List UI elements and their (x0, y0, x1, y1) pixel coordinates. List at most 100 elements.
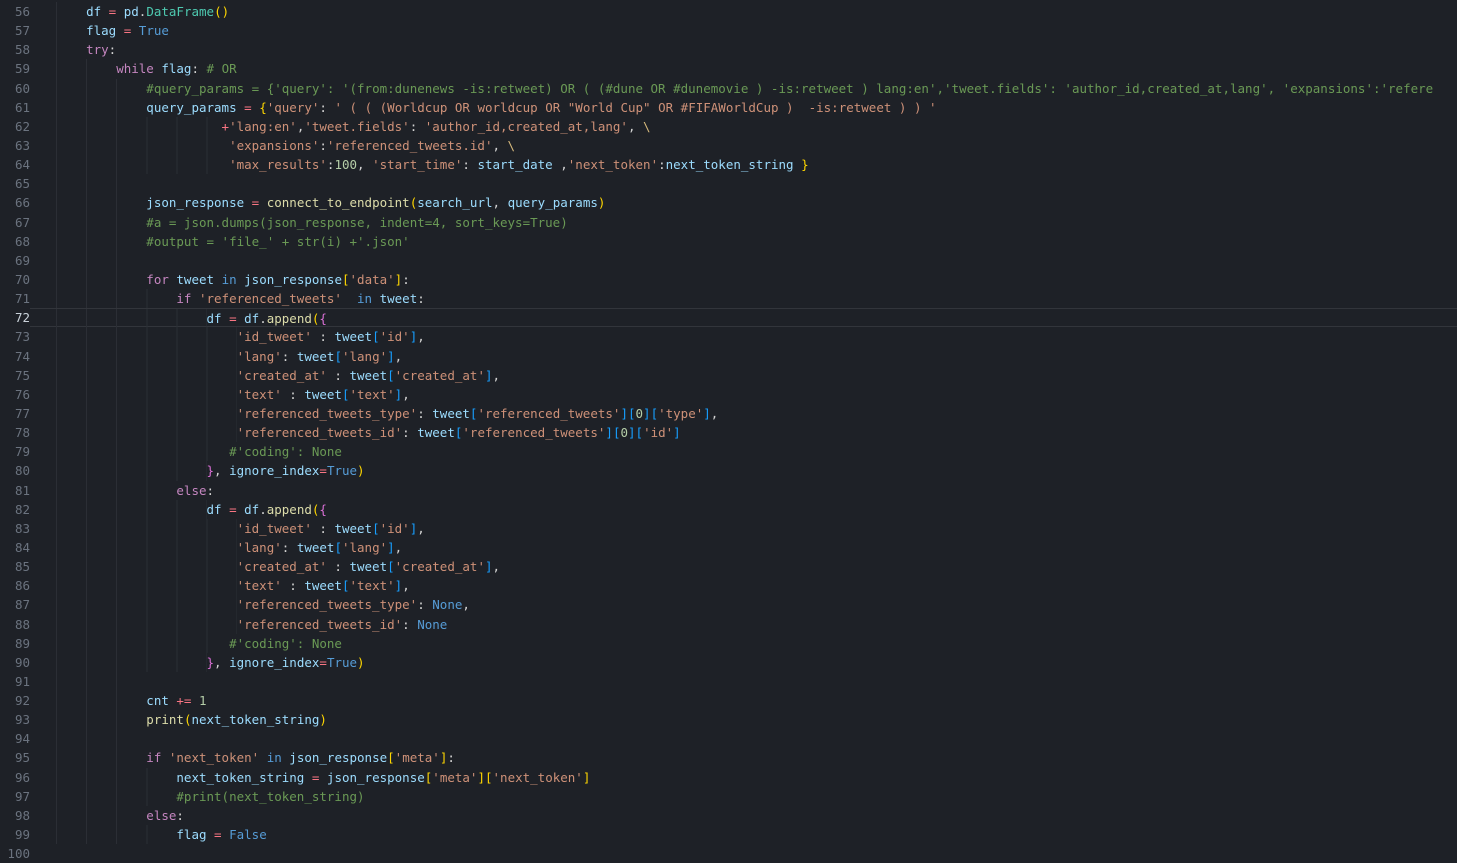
indent-guides (56, 213, 146, 232)
code-token: flag (176, 827, 214, 842)
code-line-content: cnt += 1 (30, 691, 1457, 710)
code-line[interactable]: 67 #a = json.dumps(json_response, indent=… (0, 213, 1457, 232)
code-line[interactable]: 58try: (0, 40, 1457, 59)
code-line[interactable]: 84'lang': tweet['lang'], (0, 538, 1457, 557)
code-token: df (244, 502, 259, 517)
line-number: 95 (0, 748, 30, 767)
code-line[interactable]: 70for tweet in json_response['data']: (0, 270, 1457, 289)
code-line[interactable]: 63'expansions':'referenced_tweets.id', \ (0, 136, 1457, 155)
code-token: : (417, 406, 432, 421)
code-line[interactable]: 79 #'coding': None (0, 442, 1457, 461)
code-token: tweet (349, 368, 387, 383)
code-token (342, 291, 357, 306)
code-line-content: 'lang': tweet['lang'], (30, 347, 1457, 366)
code-token: 'referenced_tweets_type' (237, 406, 418, 421)
code-line[interactable]: 69 (0, 251, 1457, 270)
code-line[interactable]: 80}, ignore_index=True) (0, 461, 1457, 480)
code-token: tweet (304, 387, 342, 402)
code-token: 'id' (380, 521, 410, 536)
code-line[interactable]: 100 (0, 844, 1457, 863)
code-line[interactable]: 60#query_params = {'query': '(from:dunen… (0, 79, 1457, 98)
code-line[interactable]: 62+'lang:en','tweet.fields': 'author_id,… (0, 117, 1457, 136)
code-line[interactable]: 94 (0, 729, 1457, 748)
code-line[interactable]: 61query_params = {'query': ' ( ( (Worldc… (0, 98, 1457, 117)
code-line[interactable]: 71if 'referenced_tweets' in tweet: (0, 289, 1457, 308)
code-line[interactable]: 93print(next_token_string) (0, 710, 1457, 729)
code-token: { (259, 100, 267, 115)
code-token: flag (161, 61, 191, 76)
code-token: , (417, 329, 425, 344)
code-line[interactable]: 72df = df.append({ (0, 308, 1457, 327)
code-token: DataFrame (146, 4, 214, 19)
code-token: : (658, 157, 666, 172)
code-token: #a = json.dumps(json_response, indent=4,… (146, 215, 567, 230)
code-line[interactable]: 99flag = False (0, 825, 1457, 844)
code-token: next_token_string (666, 157, 801, 172)
code-line[interactable]: 64'max_results':100, 'start_time': start… (0, 155, 1457, 174)
code-token: { (319, 311, 327, 326)
code-line[interactable]: 95if 'next_token' in json_response['meta… (0, 748, 1457, 767)
code-line-content: #print(next_token_string) (30, 787, 1457, 806)
code-editor[interactable]: 56df = pd.DataFrame()57flag = True58try:… (0, 0, 1457, 846)
code-line[interactable]: 68#output = 'file_' + str(i) +'.json' (0, 232, 1457, 251)
code-token: [ (342, 578, 350, 593)
code-token: : (410, 119, 425, 134)
code-token: df (207, 502, 230, 517)
code-line[interactable]: 83'id_tweet' : tweet['id'], (0, 519, 1457, 538)
code-token: tweet (297, 540, 335, 555)
line-number: 79 (0, 442, 30, 461)
line-number: 94 (0, 729, 30, 748)
code-line[interactable]: 98else: (0, 806, 1457, 825)
code-token: , (402, 387, 410, 402)
code-line[interactable]: 66json_response = connect_to_endpoint(se… (0, 193, 1457, 212)
code-token: 'created_at' (395, 559, 485, 574)
code-token: pd (124, 4, 139, 19)
code-token: 'next_token' (169, 750, 259, 765)
code-token: else (176, 483, 206, 498)
code-line[interactable]: 59while flag: # OR (0, 59, 1457, 78)
code-line[interactable]: 86'text' : tweet['text'], (0, 576, 1457, 595)
code-token: df (207, 311, 230, 326)
code-token: ] (387, 540, 395, 555)
code-line[interactable]: 74'lang': tweet['lang'], (0, 347, 1457, 366)
code-token: 'max_results' (229, 157, 327, 172)
code-token (259, 750, 267, 765)
code-line[interactable]: 76'text' : tweet['text'], (0, 385, 1457, 404)
code-line[interactable]: 73'id_tweet' : tweet['id'], (0, 327, 1457, 346)
code-line[interactable]: 75'created_at' : tweet['created_at'], (0, 366, 1457, 385)
code-line[interactable]: 82df = df.append({ (0, 500, 1457, 519)
code-token: cnt (146, 693, 176, 708)
code-token: : (402, 425, 417, 440)
code-line[interactable]: 91 (0, 672, 1457, 691)
code-token: : (312, 329, 335, 344)
code-token: , (417, 521, 425, 536)
line-number: 67 (0, 213, 30, 232)
code-line[interactable]: 78'referenced_tweets_id': tweet['referen… (0, 423, 1457, 442)
code-line[interactable]: 77'referenced_tweets_type': tweet['refer… (0, 404, 1457, 423)
code-token: 'next_token' (493, 770, 583, 785)
code-token: += (176, 693, 199, 708)
code-line[interactable]: 56df = pd.DataFrame() (0, 2, 1457, 21)
code-line[interactable]: 97#print(next_token_string) (0, 787, 1457, 806)
code-token: 'id_tweet' (237, 521, 312, 536)
code-token: = (124, 23, 139, 38)
code-token: , (711, 406, 719, 421)
code-line[interactable]: 96next_token_string = json_response['met… (0, 768, 1457, 787)
indent-guides (56, 270, 146, 289)
code-line[interactable]: 81else: (0, 481, 1457, 500)
code-line[interactable]: 89#'coding': None (0, 634, 1457, 653)
code-line[interactable]: 92cnt += 1 (0, 691, 1457, 710)
code-token: [ (651, 406, 659, 421)
code-token: #'coding': None (229, 444, 342, 459)
code-line[interactable]: 57flag = True (0, 21, 1457, 40)
code-token: ] (605, 425, 613, 440)
code-line[interactable]: 65 (0, 174, 1457, 193)
code-token: : (207, 483, 215, 498)
code-line[interactable]: 88'referenced_tweets_id': None (0, 615, 1457, 634)
code-line[interactable]: 90}, ignore_index=True) (0, 653, 1457, 672)
code-line[interactable]: 87'referenced_tweets_type': None, (0, 595, 1457, 614)
line-number: 91 (0, 672, 30, 691)
indent-guides (56, 423, 237, 442)
code-token: next_token_string (191, 712, 319, 727)
code-line[interactable]: 85'created_at' : tweet['created_at'], (0, 557, 1457, 576)
